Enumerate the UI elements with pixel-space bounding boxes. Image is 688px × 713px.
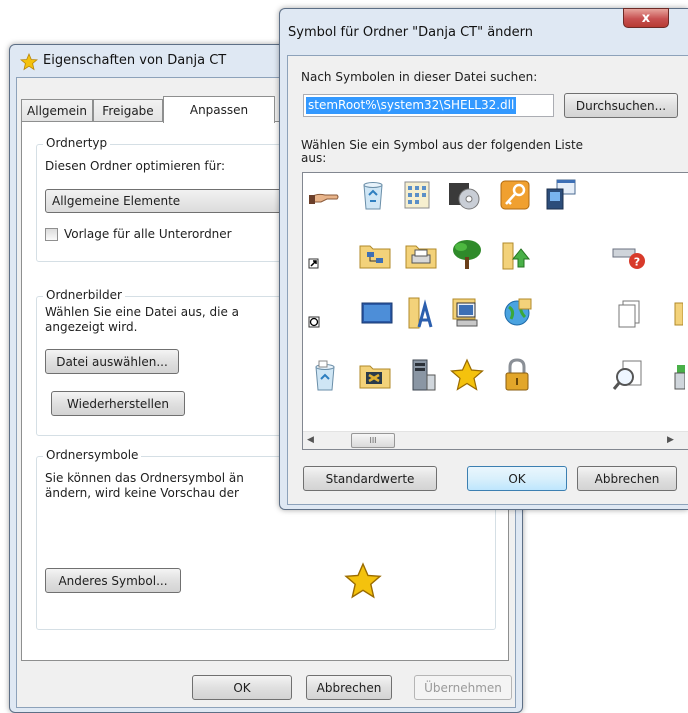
change-icon-title: Symbol für Ordner "Danja CT" ändern: [288, 25, 534, 40]
media-disc-icon[interactable]: [445, 177, 481, 213]
icon-grid: ?: [303, 173, 688, 431]
horizontal-scrollbar[interactable]: ◀ III ▶: [303, 431, 688, 449]
scroll-left-icon[interactable]: ◀: [307, 435, 314, 445]
folder-star-preview-icon: [343, 561, 383, 604]
close-icon: x: [641, 10, 651, 26]
shortcut-arrow-icon[interactable]: [305, 237, 341, 273]
list-label-2: aus:: [301, 151, 327, 165]
close-button[interactable]: x: [623, 8, 669, 28]
list-label-1: Wählen Sie ein Symbol aus der folgenden …: [301, 138, 584, 152]
tab-label: Allgemein: [27, 103, 87, 118]
folder-network-icon[interactable]: [357, 237, 393, 273]
template-checkbox[interactable]: [45, 228, 58, 241]
file-path-value: stemRoot%\system32\SHELL32.dll: [306, 97, 517, 114]
cancel-button[interactable]: Abbrechen: [306, 675, 392, 700]
clock-overlay-icon[interactable]: [305, 295, 341, 331]
folder-tools-icon[interactable]: [357, 357, 393, 393]
folder-printer-icon[interactable]: [403, 237, 439, 273]
documents-icon[interactable]: [611, 295, 647, 331]
template-checkbox-label: Vorlage für alle Unterordner: [64, 227, 232, 241]
defaults-button[interactable]: Standardwerte: [303, 466, 437, 491]
scroll-thumb[interactable]: III: [351, 433, 395, 448]
recycle-bin-full-icon[interactable]: [307, 357, 343, 393]
browse-button[interactable]: Durchsuchen...: [564, 93, 678, 118]
scroll-thumb-grip: III: [369, 436, 377, 445]
drive-help-icon[interactable]: ?: [611, 237, 647, 273]
folder-up-icon[interactable]: [497, 237, 533, 273]
change-icon-titlebar[interactable]: Symbol für Ordner "Danja CT" ändern x: [280, 8, 688, 41]
group-title: Ordnertyp: [43, 136, 111, 150]
apply-button[interactable]: Übernehmen: [414, 675, 512, 700]
change-icon-dialog: Symbol für Ordner "Danja CT" ändern x Na…: [279, 8, 688, 510]
tab-anpassen[interactable]: Anpassen: [163, 96, 275, 123]
tab-label: Freigabe: [102, 103, 154, 118]
group-title: Ordnersymbole: [43, 448, 142, 462]
partial-green-icon[interactable]: [649, 357, 685, 393]
hand-share-icon[interactable]: [307, 177, 343, 213]
file-path-input[interactable]: stemRoot%\system32\SHELL32.dll: [303, 94, 554, 117]
file-label: Nach Symbolen in dieser Datei suchen:: [301, 70, 538, 84]
key-icon[interactable]: [497, 177, 533, 213]
window-computer-icon[interactable]: [543, 177, 579, 213]
computer-icon[interactable]: [449, 295, 485, 331]
icons-description-1: Sie können das Ordnersymbol än: [45, 471, 244, 485]
search-document-icon[interactable]: [611, 357, 647, 393]
ok-button[interactable]: OK: [467, 466, 567, 491]
star-icon[interactable]: [449, 357, 485, 393]
partial-icon[interactable]: [663, 177, 688, 213]
restore-button[interactable]: Wiederherstellen: [51, 391, 185, 416]
tab-allgemein[interactable]: Allgemein: [21, 99, 93, 121]
optimize-label: Diesen Ordner optimieren für:: [45, 159, 226, 173]
change-icon-button[interactable]: Anderes Symbol...: [45, 568, 181, 593]
icons-description-2: ändern, wird keine Vorschau der: [45, 486, 239, 500]
change-icon-client: Nach Symbolen in dieser Datei suchen: st…: [287, 55, 688, 505]
globe-icon[interactable]: [499, 295, 535, 331]
control-panel-icon[interactable]: [399, 177, 435, 213]
server-icon[interactable]: [403, 357, 439, 393]
padlock-icon[interactable]: [499, 357, 535, 393]
folder-text-icon[interactable]: [403, 295, 439, 331]
desktop-monitor-icon[interactable]: [359, 295, 395, 331]
properties-title: Eigenschaften von Danja CT: [43, 53, 227, 68]
icon-list[interactable]: ? ◀ III ▶: [302, 172, 688, 450]
group-title: Ordnerbilder: [43, 288, 125, 302]
partial-folder-icon[interactable]: [647, 295, 683, 331]
dropdown-value: Allgemeine Elemente: [52, 194, 181, 208]
ok-button[interactable]: OK: [192, 675, 292, 700]
recycle-bin-empty-icon[interactable]: [355, 177, 391, 213]
choose-file-button[interactable]: Datei auswählen...: [45, 349, 179, 374]
svg-text:?: ?: [634, 256, 640, 269]
tree-icon[interactable]: [449, 237, 485, 273]
pictures-description-2: angezeigt wird.: [45, 320, 138, 334]
scroll-right-icon[interactable]: ▶: [667, 435, 674, 445]
folder-star-icon: [19, 52, 39, 74]
tab-freigabe[interactable]: Freigabe: [93, 99, 163, 121]
pictures-description-1: Wählen Sie eine Datei aus, die a: [45, 305, 240, 319]
tab-label: Anpassen: [189, 103, 249, 117]
cancel-button[interactable]: Abbrechen: [577, 466, 677, 491]
